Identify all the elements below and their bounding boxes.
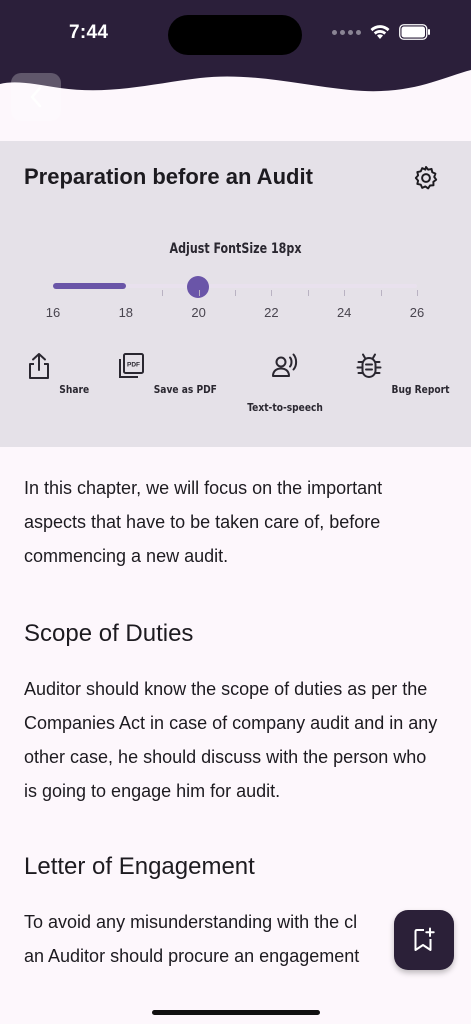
dynamic-island [168, 15, 302, 55]
reading-settings-panel: Preparation before an Audit Adjust FontS… [0, 141, 471, 447]
slider-tick [417, 290, 418, 296]
slider-tick [344, 290, 346, 296]
share-icon [28, 353, 49, 379]
text-to-speech-label: Text-to-speech [247, 401, 323, 414]
slider-tick-label: 18 [118, 305, 134, 320]
status-icons [332, 24, 431, 40]
slider-fill [53, 283, 126, 289]
save-pdf-label: Save as PDF [153, 383, 217, 396]
section-heading-engagement: Letter of Engagement [24, 853, 255, 880]
svg-text:PDF: PDF [127, 362, 140, 369]
slider-tick [235, 290, 236, 296]
gear-icon[interactable] [413, 165, 439, 191]
slider-tick [307, 290, 309, 296]
bookmark-add-icon [414, 927, 435, 951]
screen: 7:44 Preparation before an Audit Adjust … [0, 0, 471, 1024]
slider-tick-labels: 16 18 20 22 24 26 [0, 305, 471, 323]
slider-tick-label: 24 [336, 305, 352, 320]
article-content: In this chapter, we will focus on the im… [24, 471, 444, 973]
action-row: Share PDF Save as PDF Text-to-speech Bug… [0, 351, 471, 421]
section-body-engagement-line2: an Auditor should procure an engagement [24, 946, 360, 966]
font-size-label: Adjust FontSize 18px [169, 241, 302, 257]
share-label: Share [59, 383, 90, 396]
bug-report-label: Bug Report [391, 383, 450, 396]
bug-report-button[interactable]: Bug Report [348, 351, 458, 398]
bug-icon [356, 353, 382, 378]
add-bookmark-button[interactable] [394, 910, 454, 970]
text-to-speech-button[interactable]: Text-to-speech [230, 351, 340, 416]
slider-tick-label: 22 [264, 305, 279, 320]
back-button[interactable] [11, 73, 61, 121]
signal-icon [332, 29, 361, 35]
battery-icon [399, 24, 430, 40]
section-heading-scope: Scope of Duties [24, 620, 194, 647]
slider-tick-label: 26 [409, 305, 425, 320]
status-time: 7:44 [69, 22, 109, 43]
font-size-slider[interactable] [53, 276, 418, 298]
page-title: Preparation before an Audit [24, 164, 313, 189]
section-body-engagement-line1: To avoid any misunderstanding with the c… [24, 912, 358, 932]
home-indicator [152, 1010, 320, 1015]
wifi-icon [370, 25, 390, 39]
slider-tick-label: 20 [191, 305, 206, 320]
slider-tick [380, 290, 382, 296]
slider-tick-label: 16 [45, 305, 61, 320]
intro-paragraph: In this chapter, we will focus on the im… [24, 478, 383, 566]
save-pdf-button[interactable]: PDF Save as PDF [113, 351, 223, 398]
share-button[interactable]: Share [2, 351, 112, 398]
section-body-scope: Auditor should know the scope of duties … [24, 679, 438, 801]
chevron-left-icon [30, 86, 42, 108]
pdf-icon: PDF [119, 353, 145, 378]
slider-tick [198, 290, 200, 296]
speech-icon [272, 353, 298, 377]
slider-tick [162, 290, 164, 296]
slider-tick [271, 290, 273, 296]
header: 7:44 [0, 0, 471, 140]
